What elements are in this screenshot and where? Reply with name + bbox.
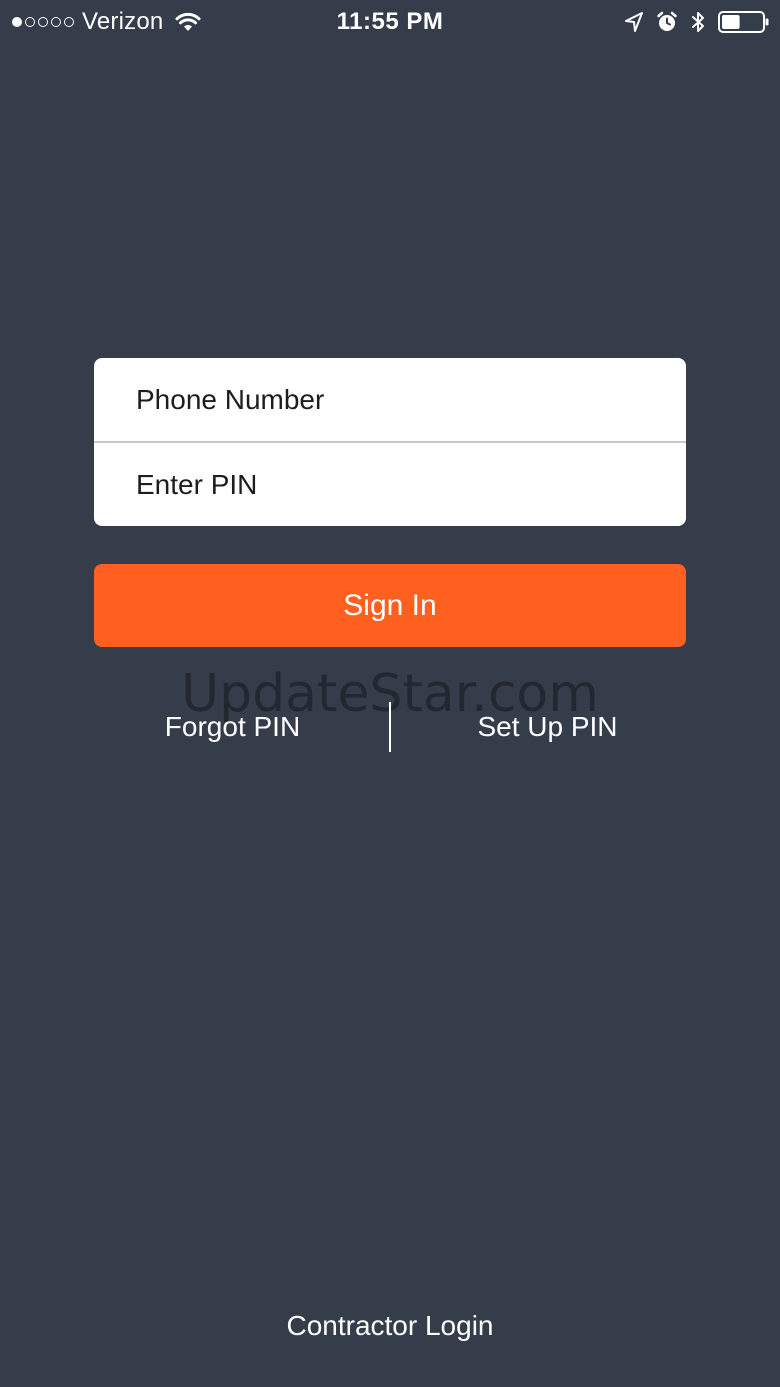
- contractor-login-link[interactable]: Contractor Login: [0, 1304, 780, 1348]
- alarm-clock-icon: [656, 11, 678, 33]
- battery-icon: [718, 10, 770, 34]
- login-form-card: [94, 358, 686, 526]
- bluetooth-icon: [690, 10, 706, 34]
- link-divider: [389, 702, 391, 752]
- battery-level-fill: [722, 15, 740, 29]
- setup-pin-link[interactable]: Set Up PIN: [450, 706, 645, 748]
- status-right: [624, 6, 770, 38]
- phone-number-input[interactable]: [94, 358, 686, 441]
- sign-in-button[interactable]: Sign In: [94, 564, 686, 647]
- pin-input[interactable]: [94, 443, 686, 526]
- location-arrow-icon: [624, 11, 644, 33]
- status-bar: Verizon 11:55 PM: [0, 0, 780, 44]
- forgot-pin-link[interactable]: Forgot PIN: [130, 706, 335, 748]
